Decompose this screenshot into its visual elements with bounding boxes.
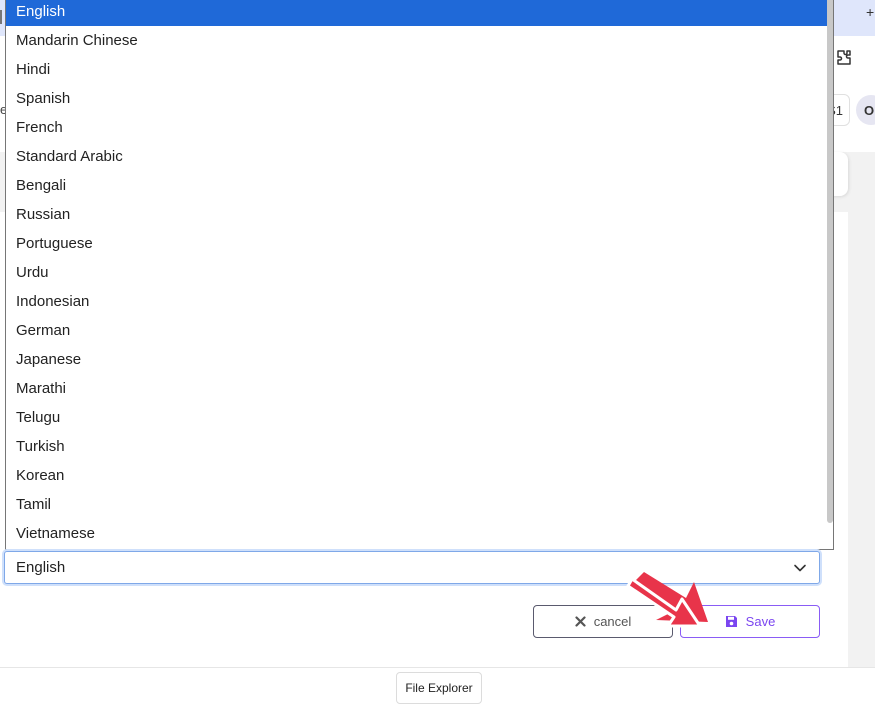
language-option-urdu[interactable]: Urdu — [6, 258, 833, 287]
language-option-turkish[interactable]: Turkish — [6, 432, 833, 461]
language-option-german[interactable]: German — [6, 316, 833, 345]
left-edge-mark — [0, 10, 2, 24]
language-option-hindi[interactable]: Hindi — [6, 55, 833, 84]
language-option-portuguese[interactable]: Portuguese — [6, 229, 833, 258]
language-option-bengali[interactable]: Bengali — [6, 171, 833, 200]
language-option-telugu[interactable]: Telugu — [6, 403, 833, 432]
language-option-vietnamese[interactable]: Vietnamese — [6, 519, 833, 548]
close-icon — [575, 616, 586, 627]
language-option-russian[interactable]: Russian — [6, 200, 833, 229]
language-option-standard-arabic[interactable]: Standard Arabic — [6, 142, 833, 171]
language-dropdown-list[interactable]: English Mandarin Chinese Hindi Spanish F… — [5, 0, 834, 550]
floppy-disk-icon — [725, 616, 737, 627]
language-option-french[interactable]: French — [6, 113, 833, 142]
language-option-japanese[interactable]: Japanese — [6, 345, 833, 374]
avatar-initial: O — [864, 102, 875, 118]
file-explorer-button[interactable]: File Explorer — [396, 672, 482, 704]
file-explorer-label: File Explorer — [405, 681, 473, 695]
save-button-label: Save — [745, 614, 776, 629]
language-option-mandarin-chinese[interactable]: Mandarin Chinese — [6, 26, 833, 55]
extensions-puzzle-icon[interactable] — [834, 48, 854, 68]
new-tab-plus[interactable]: + — [866, 4, 874, 20]
language-option-spanish[interactable]: Spanish — [6, 84, 833, 113]
dropdown-scrollbar[interactable] — [827, 0, 833, 523]
language-option-indonesian[interactable]: Indonesian — [6, 287, 833, 316]
language-option-marathi[interactable]: Marathi — [6, 374, 833, 403]
language-select-value: English — [16, 559, 66, 576]
language-option-english[interactable]: English — [6, 0, 833, 26]
language-option-korean[interactable]: Korean — [6, 461, 833, 490]
chevron-down-icon — [794, 564, 806, 572]
pointer-arrow-icon — [626, 572, 708, 628]
language-option-tamil[interactable]: Tamil — [6, 490, 833, 519]
